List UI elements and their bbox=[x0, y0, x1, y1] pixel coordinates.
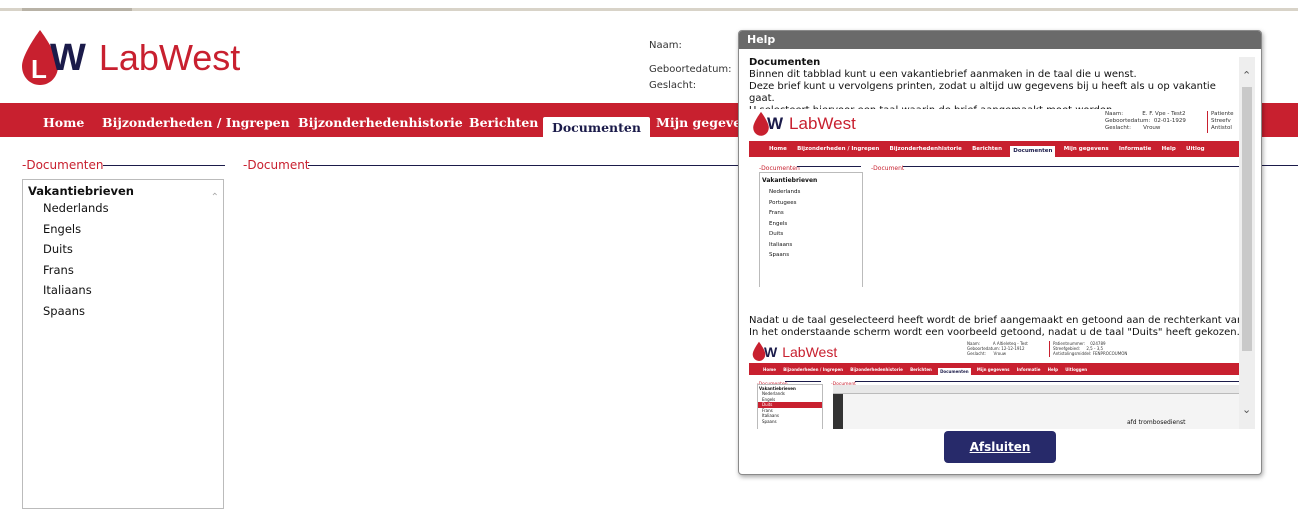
example2-nav-item: Bijzonderheden / Ingrepen bbox=[783, 367, 844, 372]
example1-list-item: Frans bbox=[769, 210, 784, 216]
example1-logo-name: LabWest bbox=[789, 114, 856, 133]
help-intro-line: Binnen dit tabblad kunt u een vakantiebr… bbox=[749, 69, 1137, 80]
example2-listbox: Vakantiebrieven Nederlands Engels Duits … bbox=[757, 384, 823, 429]
example1-nav-item: Informatie bbox=[1118, 146, 1152, 152]
documents-listbox[interactable]: Vakantiebrieven Nederlands Engels Duits … bbox=[22, 179, 224, 509]
example1-listbox: Vakantiebrieven Nederlands Portugees Fra… bbox=[759, 172, 863, 287]
example1-nav-item: Bijzonderhedenhistorie bbox=[889, 146, 962, 152]
example2-pdf-sidebar bbox=[833, 394, 843, 429]
example1-list-item: Portugees bbox=[769, 199, 797, 206]
example2-nav-item: Uitloggen bbox=[1065, 367, 1088, 372]
logo-mark: W bbox=[50, 36, 86, 79]
list-item-italiaans[interactable]: Italiaans bbox=[23, 280, 223, 301]
example2-pdf-toolbar bbox=[833, 385, 1239, 394]
patient-info: Naam: Geboortedatum: Geslacht: bbox=[649, 38, 732, 94]
nav-home[interactable]: Home bbox=[43, 103, 84, 137]
example2-nav-item-active: Documenten bbox=[938, 368, 971, 376]
example1-nav-item-active: Documenten bbox=[1010, 146, 1056, 157]
document-section-title: -Document bbox=[243, 158, 310, 172]
patient-name-label: Naam: bbox=[649, 40, 682, 51]
example2-nav-item: Bijzonderhedenhistorie bbox=[850, 367, 903, 372]
example1-list-item: Engels bbox=[769, 220, 788, 227]
example1-logo-mark: W bbox=[767, 114, 784, 133]
example1-line bbox=[903, 166, 1239, 167]
help-dialog: Help Documenten Binnen dit tabblad kunt … bbox=[738, 30, 1262, 475]
example2-patient-info-2: Patientnummer: 024789 Streefgebied: 2,5 … bbox=[1053, 341, 1128, 356]
scroll-up-icon[interactable]: ⌃ bbox=[1242, 69, 1251, 82]
example2-logo-mark: W bbox=[764, 343, 778, 360]
list-scroll-up-icon[interactable]: ⌃ bbox=[211, 192, 219, 203]
example1-nav: Home Bijzonderheden / Ingrepen Bijzonder… bbox=[749, 141, 1239, 157]
example2-list-item: Spaans bbox=[762, 418, 777, 424]
nav-bijzonderheden[interactable]: Bijzonderheden / Ingrepen bbox=[102, 103, 290, 137]
help-example-screenshot-1: W LabWest Naam: E. F. Vpe - Test2 Geboor… bbox=[749, 109, 1239, 287]
labwest-logo[interactable]: L W LabWest bbox=[18, 28, 240, 88]
example2-doc-text: afd trombosedienst bbox=[1127, 419, 1186, 426]
example2-logo-name: LabWest bbox=[782, 343, 838, 360]
scrollbar-thumb[interactable] bbox=[1242, 87, 1252, 351]
svg-text:L: L bbox=[31, 54, 47, 84]
nav-bijzonderhedenhistorie[interactable]: Bijzonderhedenhistorie bbox=[298, 103, 463, 137]
example2-nav-item: Home bbox=[763, 367, 776, 372]
top-divider bbox=[0, 8, 1298, 11]
example1-nav-item: Uitlog bbox=[1186, 146, 1205, 152]
list-group-vakantiebrieven: Vakantiebrieven bbox=[28, 184, 134, 198]
example1-nav-item: Mijn gegevens bbox=[1063, 146, 1109, 152]
example1-list-group: Vakantiebrieven bbox=[762, 177, 818, 184]
example2-patient-info: Naam: A Altieleteq - Test Geboortedatum:… bbox=[967, 341, 1028, 356]
example2-nav-item: Help bbox=[1047, 367, 1058, 372]
documents-section-line bbox=[103, 165, 225, 166]
example2-nav-item: Berichten bbox=[910, 367, 932, 372]
list-item-duits[interactable]: Duits bbox=[23, 239, 223, 260]
documents-section-title: -Documenten bbox=[22, 158, 104, 172]
list-item-nederlands[interactable]: Nederlands bbox=[23, 198, 223, 219]
list-item-frans[interactable]: Frans bbox=[23, 260, 223, 281]
patient-gender-label: Geslacht: bbox=[649, 80, 697, 91]
example1-document-legend: -Document bbox=[871, 165, 905, 172]
example1-nav-item: Berichten bbox=[972, 146, 1003, 152]
example2-divider bbox=[1049, 341, 1050, 357]
patient-birthdate-label: Geboortedatum: bbox=[649, 64, 732, 75]
example2-nav-item: Mijn gegevens bbox=[976, 367, 1010, 372]
afsluiten-button[interactable]: Afsluiten bbox=[944, 431, 1056, 463]
example1-list-item: Spaans bbox=[769, 252, 790, 258]
example1-nav-item: Home bbox=[769, 146, 787, 152]
help-intro-line: Deze brief kunt u vervolgens printen, zo… bbox=[749, 81, 1216, 104]
example1-list-item: Nederlands bbox=[769, 189, 801, 195]
example1-list-item: Italiaans bbox=[769, 241, 793, 248]
help-content: Documenten Binnen dit tabblad kunt u een… bbox=[749, 57, 1239, 429]
list-item-engels[interactable]: Engels bbox=[23, 219, 223, 240]
help-scrollbar[interactable]: ⌃ ⌄ bbox=[1239, 57, 1255, 429]
example1-line bbox=[797, 166, 861, 167]
list-item-spaans[interactable]: Spaans bbox=[23, 301, 223, 322]
nav-berichten[interactable]: Berichten bbox=[469, 103, 538, 137]
help-heading: Documenten bbox=[749, 57, 821, 68]
top-tab-indicator bbox=[22, 8, 132, 11]
logo-name: LabWest bbox=[98, 37, 241, 78]
nav-documenten[interactable]: Documenten bbox=[543, 117, 650, 137]
example1-side-info: Patiente Streefv Antistol bbox=[1211, 111, 1234, 131]
example2-logo: W LabWest bbox=[751, 341, 837, 362]
example1-list-item: Duits bbox=[769, 231, 784, 237]
example1-patient-info: Naam: E. F. Vpe - Test2 Geboortedatum: 0… bbox=[1105, 111, 1186, 131]
example1-divider bbox=[1207, 111, 1208, 133]
help-after-line: Nadat u de taal geselecteerd heeft wordt… bbox=[749, 315, 1239, 326]
help-example-screenshot-2: W LabWest Naam: A Altieleteq - Test Gebo… bbox=[749, 339, 1239, 429]
example2-line bbox=[855, 381, 1239, 382]
example2-nav-item: Informatie bbox=[1016, 367, 1041, 372]
example2-nav: Home Bijzonderheden / Ingrepen Bijzonder… bbox=[749, 363, 1239, 376]
example1-nav-item: Bijzonderheden / Ingrepen bbox=[797, 146, 880, 152]
example1-logo: W LabWest bbox=[751, 111, 856, 137]
example1-nav-item: Help bbox=[1161, 146, 1176, 152]
help-dialog-title: Help bbox=[739, 31, 1261, 49]
example2-line bbox=[785, 381, 821, 382]
scroll-down-icon[interactable]: ⌄ bbox=[1242, 403, 1251, 416]
help-after-line: In het onderstaande scherm wordt een voo… bbox=[749, 327, 1239, 338]
